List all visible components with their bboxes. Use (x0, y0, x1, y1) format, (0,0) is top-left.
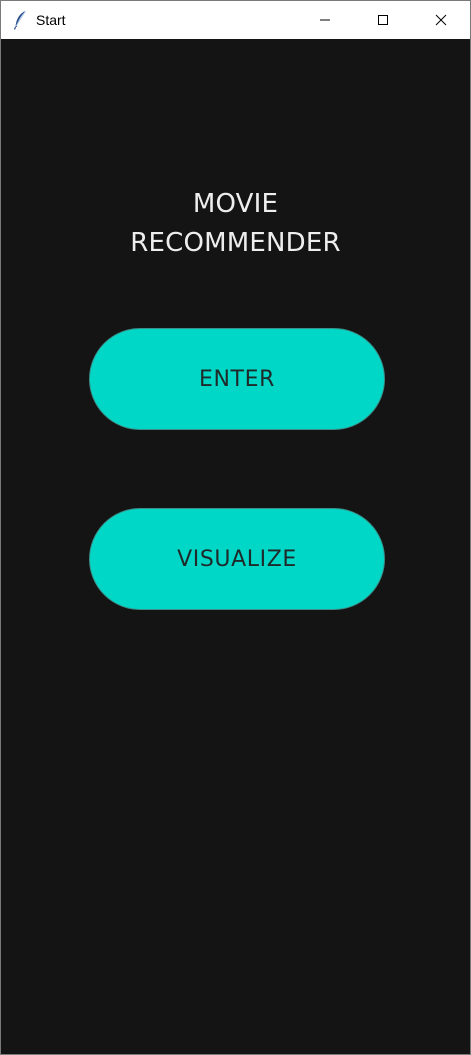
minimize-button[interactable] (296, 1, 354, 39)
close-icon (435, 14, 447, 26)
minimize-icon (320, 19, 330, 21)
enter-button-label: ENTER (199, 366, 275, 392)
visualize-button[interactable]: VISUALIZE (89, 508, 385, 610)
feather-icon (13, 10, 27, 30)
app-window: Start MOVIE RECOMMENDER ENTER VISUALIZE (0, 0, 471, 1055)
main-content: MOVIE RECOMMENDER ENTER VISUALIZE (1, 39, 470, 1054)
maximize-icon (378, 15, 388, 25)
enter-button[interactable]: ENTER (89, 328, 385, 430)
window-title: Start (36, 12, 66, 28)
close-button[interactable] (412, 1, 470, 39)
visualize-button-label: VISUALIZE (177, 546, 297, 572)
page-title: MOVIE RECOMMENDER (1, 185, 470, 263)
title-line-recommender: RECOMMENDER (130, 228, 341, 258)
title-bar[interactable]: Start (1, 1, 470, 39)
title-line-movie: MOVIE (192, 189, 279, 219)
maximize-button[interactable] (354, 1, 412, 39)
